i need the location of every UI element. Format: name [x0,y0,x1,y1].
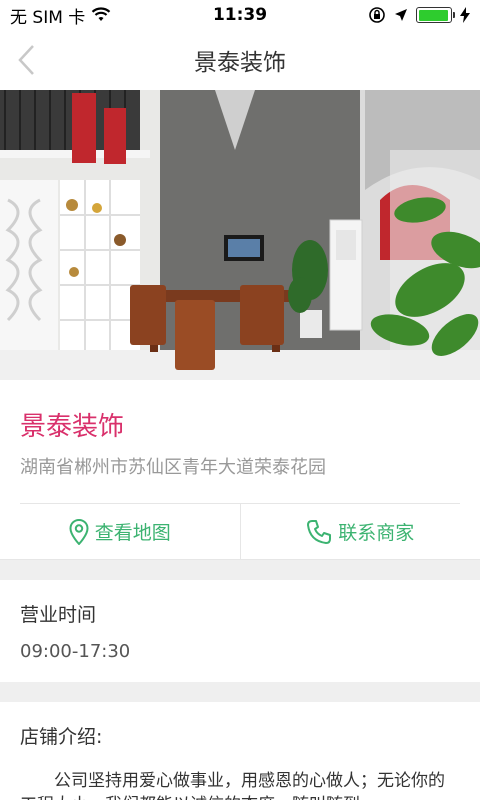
status-left: 无 SIM 卡 [10,3,111,28]
business-hours-section: 营业时间 09:00-17:30 [0,580,480,682]
shop-intro-text: 公司坚持用爱心做事业，用感恩的心做人；无论你的工程大小，我们都能以诚信的态度，随… [20,771,445,800]
section-divider [0,560,480,580]
back-button[interactable] [12,42,40,78]
phone-icon [307,519,332,544]
business-hours-value: 09:00-17:30 [20,641,131,662]
shop-info-card: 景泰装饰 湖南省郴州市苏仙区青年大道荣泰花园 [0,380,480,504]
nav-bar: 景泰装饰 [0,30,480,90]
battery-fill [418,9,448,21]
section-divider [0,682,480,702]
action-row: 查看地图 联系商家 [0,504,480,560]
status-right [368,6,470,24]
carrier-label: 无 SIM 卡 [10,7,86,28]
map-pin-icon [69,518,89,545]
shop-photo [0,90,480,380]
page-title: 景泰装饰 [194,50,286,76]
view-map-label: 查看地图 [94,522,171,544]
shop-intro-title: 店铺介绍: [20,726,103,748]
view-map-button[interactable]: 查看地图 [0,504,240,559]
shop-name: 景泰装饰 [20,412,125,442]
location-icon [395,9,407,21]
shop-intro-section: 店铺介绍: 公司坚持用爱心做事业，用感恩的心做人；无论你的工程大小，我们都能以诚… [0,702,480,800]
orientation-lock-icon [369,7,385,23]
battery-icon [416,7,455,23]
contact-merchant-label: 联系商家 [338,522,415,544]
business-hours-title: 营业时间 [20,604,97,626]
contact-merchant-button[interactable]: 联系商家 [239,504,480,559]
shop-interior-image [0,90,480,380]
charging-bolt-icon [460,7,470,23]
shop-address: 湖南省郴州市苏仙区青年大道荣泰花园 [20,453,460,504]
chevron-left-icon [18,45,34,75]
status-bar: 无 SIM 卡 11:39 [0,0,480,30]
wifi-icon [92,7,111,21]
